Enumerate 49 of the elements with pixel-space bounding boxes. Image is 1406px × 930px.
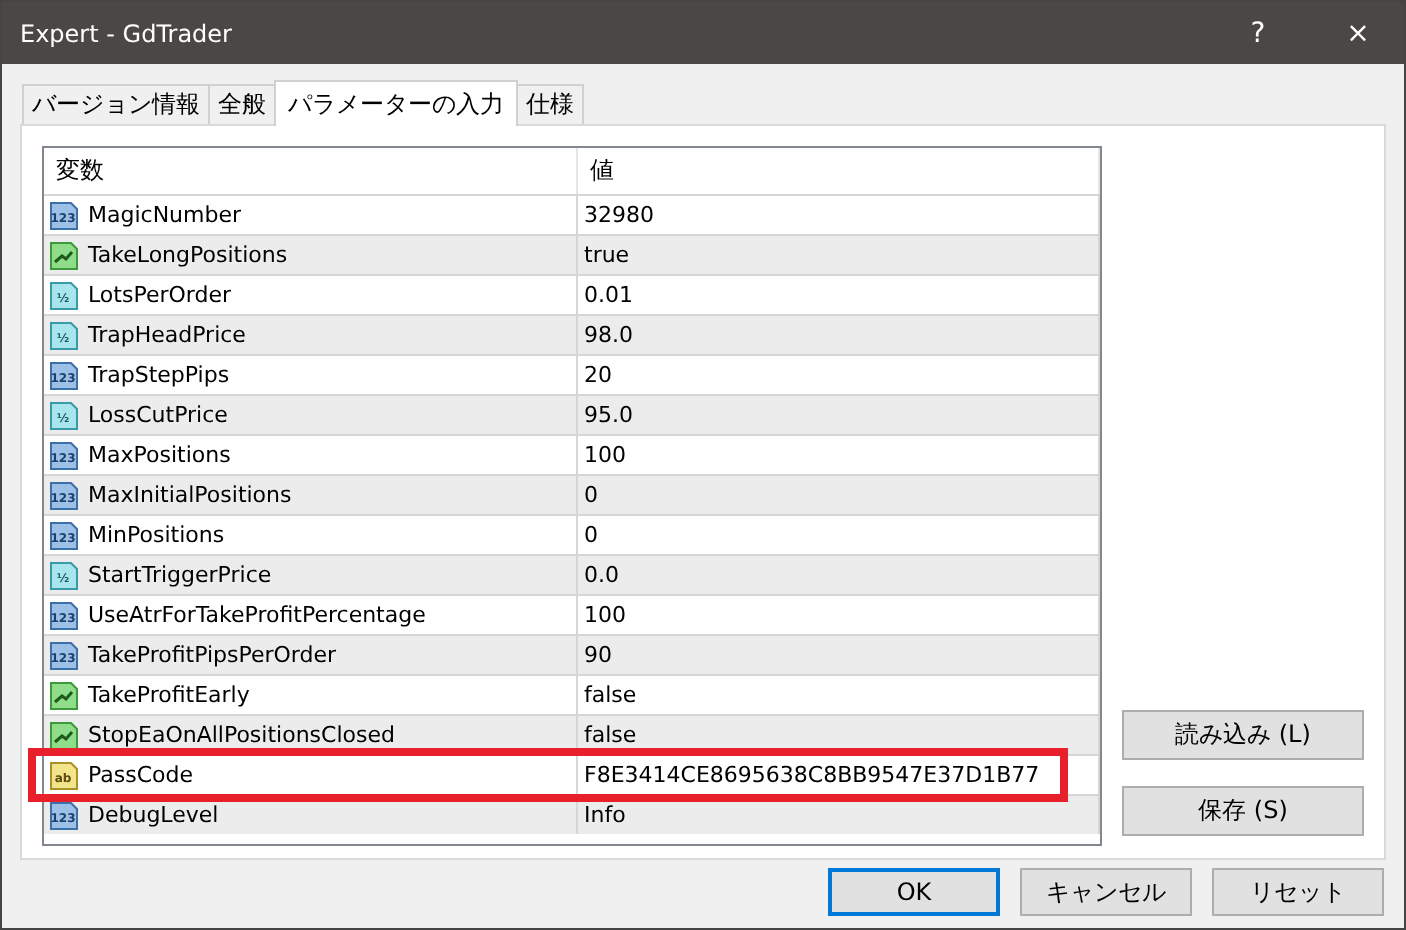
parameter-value[interactable]: Info (584, 802, 626, 828)
parameter-value[interactable]: 0 (584, 482, 598, 508)
parameter-value[interactable]: 98.0 (584, 322, 633, 348)
parameter-name: MagicNumber (88, 202, 242, 228)
parameter-value[interactable]: 0.01 (584, 282, 633, 308)
chart-line-icon (48, 719, 80, 751)
parameter-name: StartTriggerPrice (88, 562, 272, 588)
parameter-value[interactable]: F8E3414CE8695638C8BB9547E37D1B77 (584, 762, 1040, 788)
parameter-name: PassCode (88, 762, 194, 788)
tab[interactable]: バージョン情報 (22, 84, 210, 124)
tab[interactable]: 仕様 (516, 84, 584, 124)
window-title: Expert - GdTrader (18, 19, 234, 47)
parameter-name: MaxPositions (88, 442, 231, 468)
tab[interactable]: パラメーターの入力 (274, 80, 518, 126)
parameter-name: TrapStepPips (88, 362, 230, 388)
parameter-name: UseAtrForTakeProfitPercentage (88, 602, 426, 628)
side-button[interactable]: 読み込み (L) (1122, 710, 1364, 760)
help-button[interactable]: ? (1212, 2, 1304, 64)
column-header[interactable]: 値 (578, 148, 1100, 194)
parameter-value[interactable]: 100 (584, 602, 626, 628)
chart-line-icon (48, 239, 80, 271)
side-button[interactable]: 保存 (S) (1122, 786, 1364, 836)
parameter-name: TakeLongPositions (88, 242, 288, 268)
parameter-name: TrapHeadPrice (88, 322, 246, 348)
dialog-button[interactable]: キャンセル (1020, 868, 1192, 916)
parameter-value[interactable]: 20 (584, 362, 612, 388)
parameter-value[interactable]: 0.0 (584, 562, 619, 588)
parameter-value[interactable]: false (584, 722, 637, 748)
parameter-name: TakeProfitEarly (88, 682, 250, 708)
dialog-button[interactable]: リセット (1212, 868, 1384, 916)
parameter-value[interactable]: 90 (584, 642, 612, 668)
dialog-button[interactable]: OK (828, 868, 1000, 916)
parameter-name: MaxInitialPositions (88, 482, 292, 508)
parameter-value[interactable]: true (584, 242, 630, 268)
parameter-name: StopEaOnAllPositionsClosed (88, 722, 395, 748)
parameter-name: TakeProfitPipsPerOrder (88, 642, 337, 668)
parameter-name: LossCutPrice (88, 402, 228, 428)
parameter-name: DebugLevel (88, 802, 219, 828)
parameter-name: LotsPerOrder (88, 282, 231, 308)
parameter-value[interactable]: 32980 (584, 202, 654, 228)
table-row[interactable]: TakeLongPositions true (44, 234, 1100, 274)
column-header[interactable]: 変数 (44, 148, 578, 194)
parameter-value[interactable]: 95.0 (584, 402, 633, 428)
chart-line-icon (48, 679, 80, 711)
parameter-name: MinPositions (88, 522, 225, 548)
parameter-value[interactable]: 0 (584, 522, 598, 548)
close-button[interactable]: × (1312, 2, 1404, 64)
parameter-value[interactable]: false (584, 682, 637, 708)
parameter-value[interactable]: 100 (584, 442, 626, 468)
